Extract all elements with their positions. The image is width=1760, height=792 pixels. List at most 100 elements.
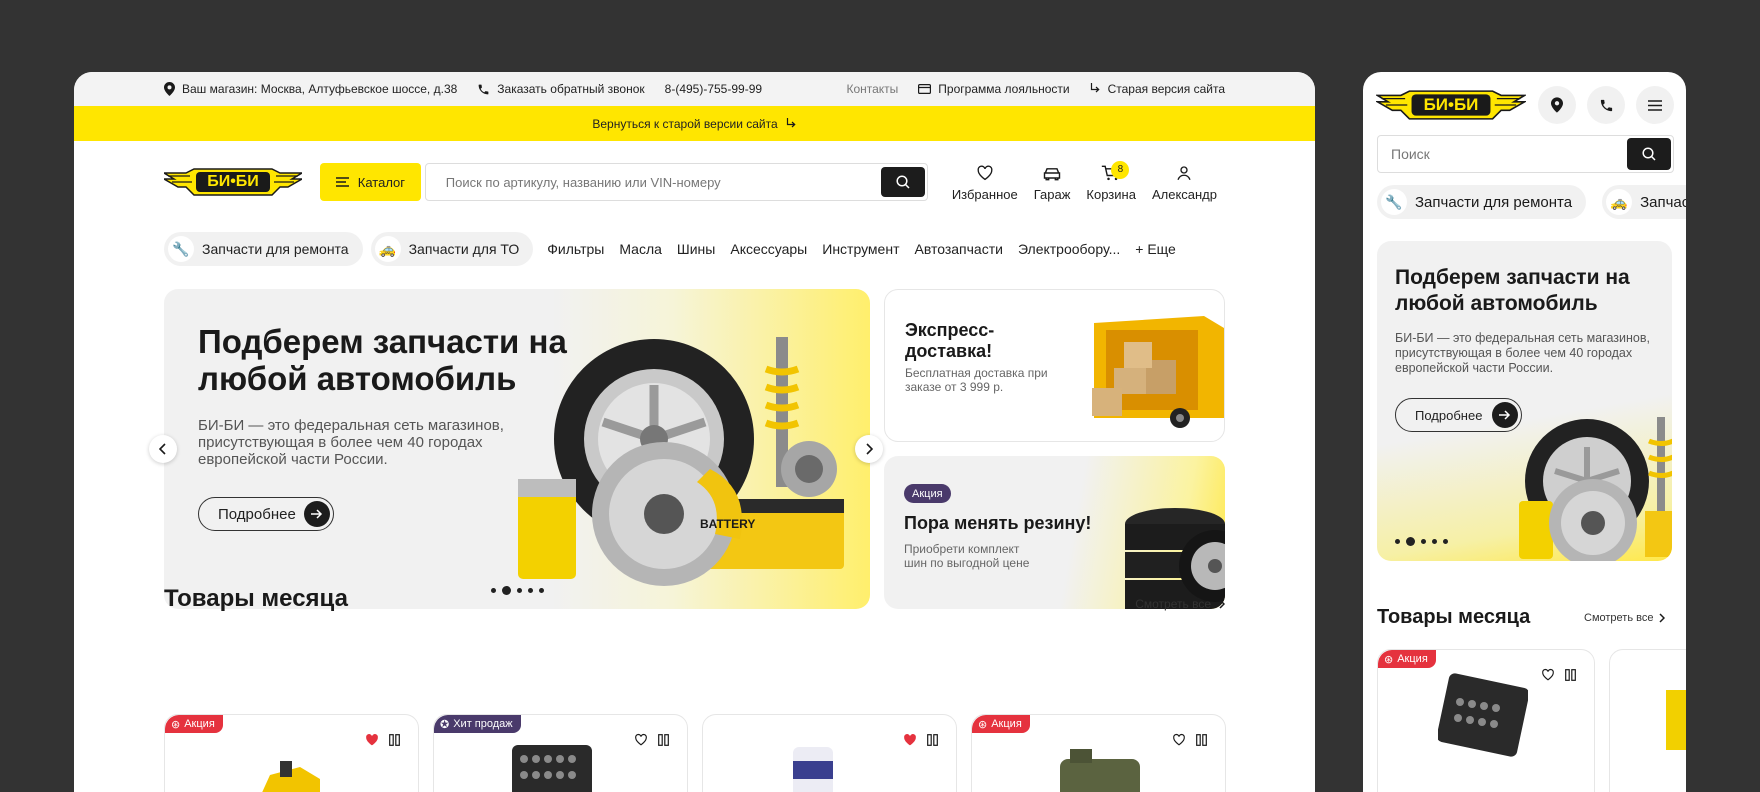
nav-link-oils[interactable]: Масла (619, 241, 662, 257)
nav-link-accessories[interactable]: Аксессуары (730, 241, 807, 257)
location-button[interactable] (1538, 86, 1576, 124)
callback-link[interactable]: Заказать обратный звонок (477, 82, 645, 96)
nav-link-tools[interactable]: Инструмент (822, 241, 899, 257)
products-section-title: Товары месяца (164, 585, 348, 612)
favorites-label: Избранное (951, 186, 1018, 202)
hero-banner[interactable]: Подберем запчасти на любой автомобиль БИ… (164, 289, 870, 609)
nav-link-tires[interactable]: Шины (677, 241, 715, 257)
product-card[interactable]: ✪ Хит продаж (433, 714, 688, 792)
menu-lines-icon (335, 177, 349, 187)
mobile-product-card[interactable]: ⊛ Акция (1377, 649, 1595, 792)
phone-number[interactable]: 8-(495)-755-99-99 (665, 82, 762, 96)
loyalty-link[interactable]: Программа лояльности (918, 82, 1070, 96)
heart-filled-icon[interactable] (365, 733, 379, 746)
old-version-banner[interactable]: Вернуться к старой версии сайта (74, 106, 1315, 141)
search-button[interactable] (880, 167, 925, 197)
mobile-product-card[interactable] (1609, 649, 1686, 792)
search-input[interactable]: Поиск по артикулу, названию или VIN-номе… (424, 163, 928, 201)
product-card[interactable] (702, 714, 957, 792)
product-actions (903, 733, 938, 746)
percent-icon: ⊛ (978, 718, 988, 731)
old-site-link[interactable]: Старая версия сайта (1090, 82, 1225, 96)
pill-repair-label: Запчасти для ремонта (202, 241, 349, 257)
heart-filled-icon[interactable] (903, 733, 917, 746)
catalog-button[interactable]: Каталог (320, 163, 421, 201)
slider-dot[interactable] (539, 588, 544, 593)
favorites-button[interactable]: Избранное (944, 163, 1026, 202)
cart-label: Корзина (1086, 186, 1136, 202)
pill-maintenance-parts[interactable]: 🚕 Запчаст (1602, 185, 1686, 219)
slider-dot[interactable] (491, 588, 496, 593)
mobile-search-button[interactable] (1627, 138, 1671, 170)
slider-dot[interactable] (1395, 539, 1400, 544)
bibi-logo[interactable]: БИ•БИ (1374, 89, 1528, 121)
hero-prev-button[interactable] (149, 435, 177, 463)
compare-icon[interactable] (1196, 733, 1207, 746)
old-version-text: Вернуться к старой версии сайта (592, 116, 778, 131)
bibi-logo[interactable]: БИ•БИ (161, 167, 305, 197)
sale-tag-label: Акция (991, 718, 1022, 730)
contacts-link[interactable]: Контакты (846, 82, 898, 96)
category-nav: 🔧 Запчасти для ремонта 🚕 Запчасти для ТО… (74, 223, 1315, 275)
delivery-text: Бесплатная доставка при заказе от 3 999 … (905, 366, 1048, 394)
slider-dot[interactable] (1421, 539, 1426, 544)
heart-icon[interactable] (1541, 668, 1555, 681)
heart-icon[interactable] (634, 733, 648, 746)
hero-more-button[interactable]: Подробнее (198, 497, 334, 531)
account-button[interactable]: Александр (1144, 163, 1225, 202)
mobile-hero-banner[interactable]: Подберем запчасти на любой автомобиль БИ… (1377, 241, 1672, 561)
pill-repair-parts[interactable]: 🔧 Запчасти для ремонта (164, 232, 363, 266)
compare-icon[interactable] (927, 733, 938, 746)
cart-button[interactable]: 8 Корзина (1078, 160, 1144, 202)
slider-dot[interactable] (517, 588, 522, 593)
compare-icon[interactable] (389, 733, 400, 746)
tires-text: Приобрети комплект шин по выгодной цене (904, 542, 1030, 570)
mobile-search-input[interactable]: Поиск (1377, 135, 1674, 173)
slider-dot-active[interactable] (502, 586, 511, 595)
mobile-hero-more-label: Подробнее (1415, 407, 1483, 423)
mobile-products-title: Товары месяца (1377, 606, 1531, 628)
sale-tag-label: Акция (184, 718, 215, 730)
garage-button[interactable]: Гараж (1026, 163, 1079, 202)
chevron-right-icon (1219, 599, 1225, 609)
compare-icon[interactable] (658, 733, 669, 746)
heart-icon (977, 165, 993, 180)
search-icon (896, 175, 910, 189)
slider-dot[interactable] (1443, 539, 1448, 544)
product-card[interactable]: ⊛ Акция (971, 714, 1226, 792)
nav-link-autoparts[interactable]: Автозапчасти (914, 241, 1002, 257)
compare-icon[interactable] (1565, 668, 1576, 681)
nav-link-filters[interactable]: Фильтры (547, 241, 604, 257)
loyalty-text: Программа лояльности (938, 82, 1070, 96)
hero-more-label: Подробнее (218, 505, 296, 523)
car-icon (1043, 167, 1061, 180)
slider-dot[interactable] (1432, 539, 1437, 544)
pill-to-label: Запчасти для ТО (408, 241, 520, 257)
mobile-see-all-link[interactable]: Смотреть все (1584, 612, 1666, 624)
see-all-link[interactable]: Смотреть все (1135, 597, 1225, 611)
pill-maintenance-parts[interactable]: 🚕 Запчасти для ТО (370, 232, 534, 266)
slider-dot-active[interactable] (1406, 537, 1415, 546)
chevron-right-icon (1659, 613, 1666, 623)
slider-dot[interactable] (528, 588, 533, 593)
express-delivery-promo[interactable]: Экспресс-доставка! Бесплатная доставка п… (884, 289, 1225, 442)
store-location[interactable]: Ваш магазин: Москва, Алтуфьевское шоссе,… (164, 82, 457, 96)
garage-label: Гараж (1033, 186, 1071, 202)
menu-button[interactable] (1636, 86, 1674, 124)
car-service-icon: 🚕 (1606, 189, 1633, 215)
product-actions (1541, 668, 1576, 681)
hero-next-button[interactable] (855, 435, 883, 463)
nav-link-more[interactable]: + Еще (1135, 241, 1176, 257)
mobile-hero-slider-dots (1395, 537, 1448, 546)
hero-slider-dots (491, 586, 544, 595)
nav-link-electrical[interactable]: Электрообору... (1018, 241, 1120, 257)
return-arrow-icon (1090, 83, 1100, 93)
search-icon (1642, 147, 1656, 161)
delivery-van-illustration (1092, 316, 1224, 428)
mobile-search-placeholder: Поиск (1391, 146, 1430, 162)
heart-icon[interactable] (1172, 733, 1186, 746)
call-button[interactable] (1587, 86, 1625, 124)
product-card[interactable]: ⊛ Акция (164, 714, 419, 792)
pill-repair-parts[interactable]: 🔧 Запчасти для ремонта (1377, 185, 1587, 219)
tires-promo[interactable]: Акция Пора менять резину! Приобрети комп… (884, 456, 1225, 609)
